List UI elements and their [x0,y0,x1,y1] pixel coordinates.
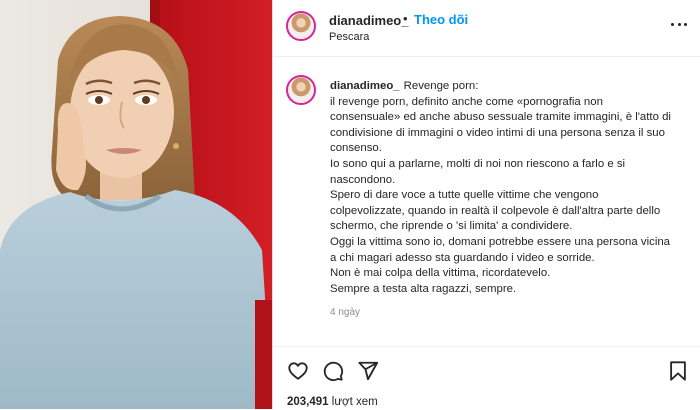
caption-line: Sempre a testa alta ragazzi, sempre. [330,282,517,295]
post-details-panel: dianadimeo_ • Theo dõi Pescara dianadime… [273,0,700,409]
caption-line: nascondono. [330,173,396,186]
post-caption: dianadimeo_ Revenge porn: il revenge porn… [330,79,690,297]
view-count-number: 203,491 [287,396,329,408]
separator-dot: • [403,11,408,26]
caption-line: condivisione di immagini o video intimi … [330,126,665,139]
caption-username[interactable]: dianadimeo_ [330,80,400,92]
author-username[interactable]: dianadimeo_ [329,13,408,28]
send-icon[interactable] [357,360,379,382]
caption-line: Revenge porn: [403,80,479,92]
caption-line: a chi magari adesso sta guardando i vide… [330,251,595,264]
photo-illustration [0,0,272,409]
author-avatar[interactable] [286,11,316,41]
caption-line: Oggi la vittima sono io, domani potrebbe… [330,235,671,248]
post-header: dianadimeo_ • Theo dõi Pescara [273,0,700,57]
post-location[interactable]: Pescara [329,31,369,43]
comment-icon[interactable] [322,360,344,382]
caption-line: colpevolizzate, quando in realtà il colp… [330,204,661,217]
heart-icon[interactable] [287,360,309,382]
caption-line: Spero di dare voce a tutte quelle vittim… [330,189,599,202]
action-bar: 203,491 lượt xem [273,346,700,410]
caption-line: Io sono qui a parlarne, molti di noi non… [330,157,626,170]
follow-button[interactable]: Theo dõi [414,12,468,27]
post-timestamp[interactable]: 4 ngày [330,307,360,318]
caption-line: Non è mai colpa della vittima, ricordate… [330,267,551,280]
view-count-label: lượt xem [331,396,378,408]
more-options-icon[interactable] [669,14,689,34]
caption-line: consensuale» ed anche abuso sessuale tra… [330,111,671,124]
caption-author-avatar[interactable] [286,75,316,105]
post-photo[interactable] [0,0,272,409]
caption-line: il revenge porn, definito anche come «po… [330,95,603,108]
view-count[interactable]: 203,491 lượt xem [287,396,378,408]
caption-line: schermo, che riprende o 'si limita' a co… [330,220,573,233]
bookmark-icon[interactable] [667,360,689,382]
caption-line: consenso. [330,142,382,155]
